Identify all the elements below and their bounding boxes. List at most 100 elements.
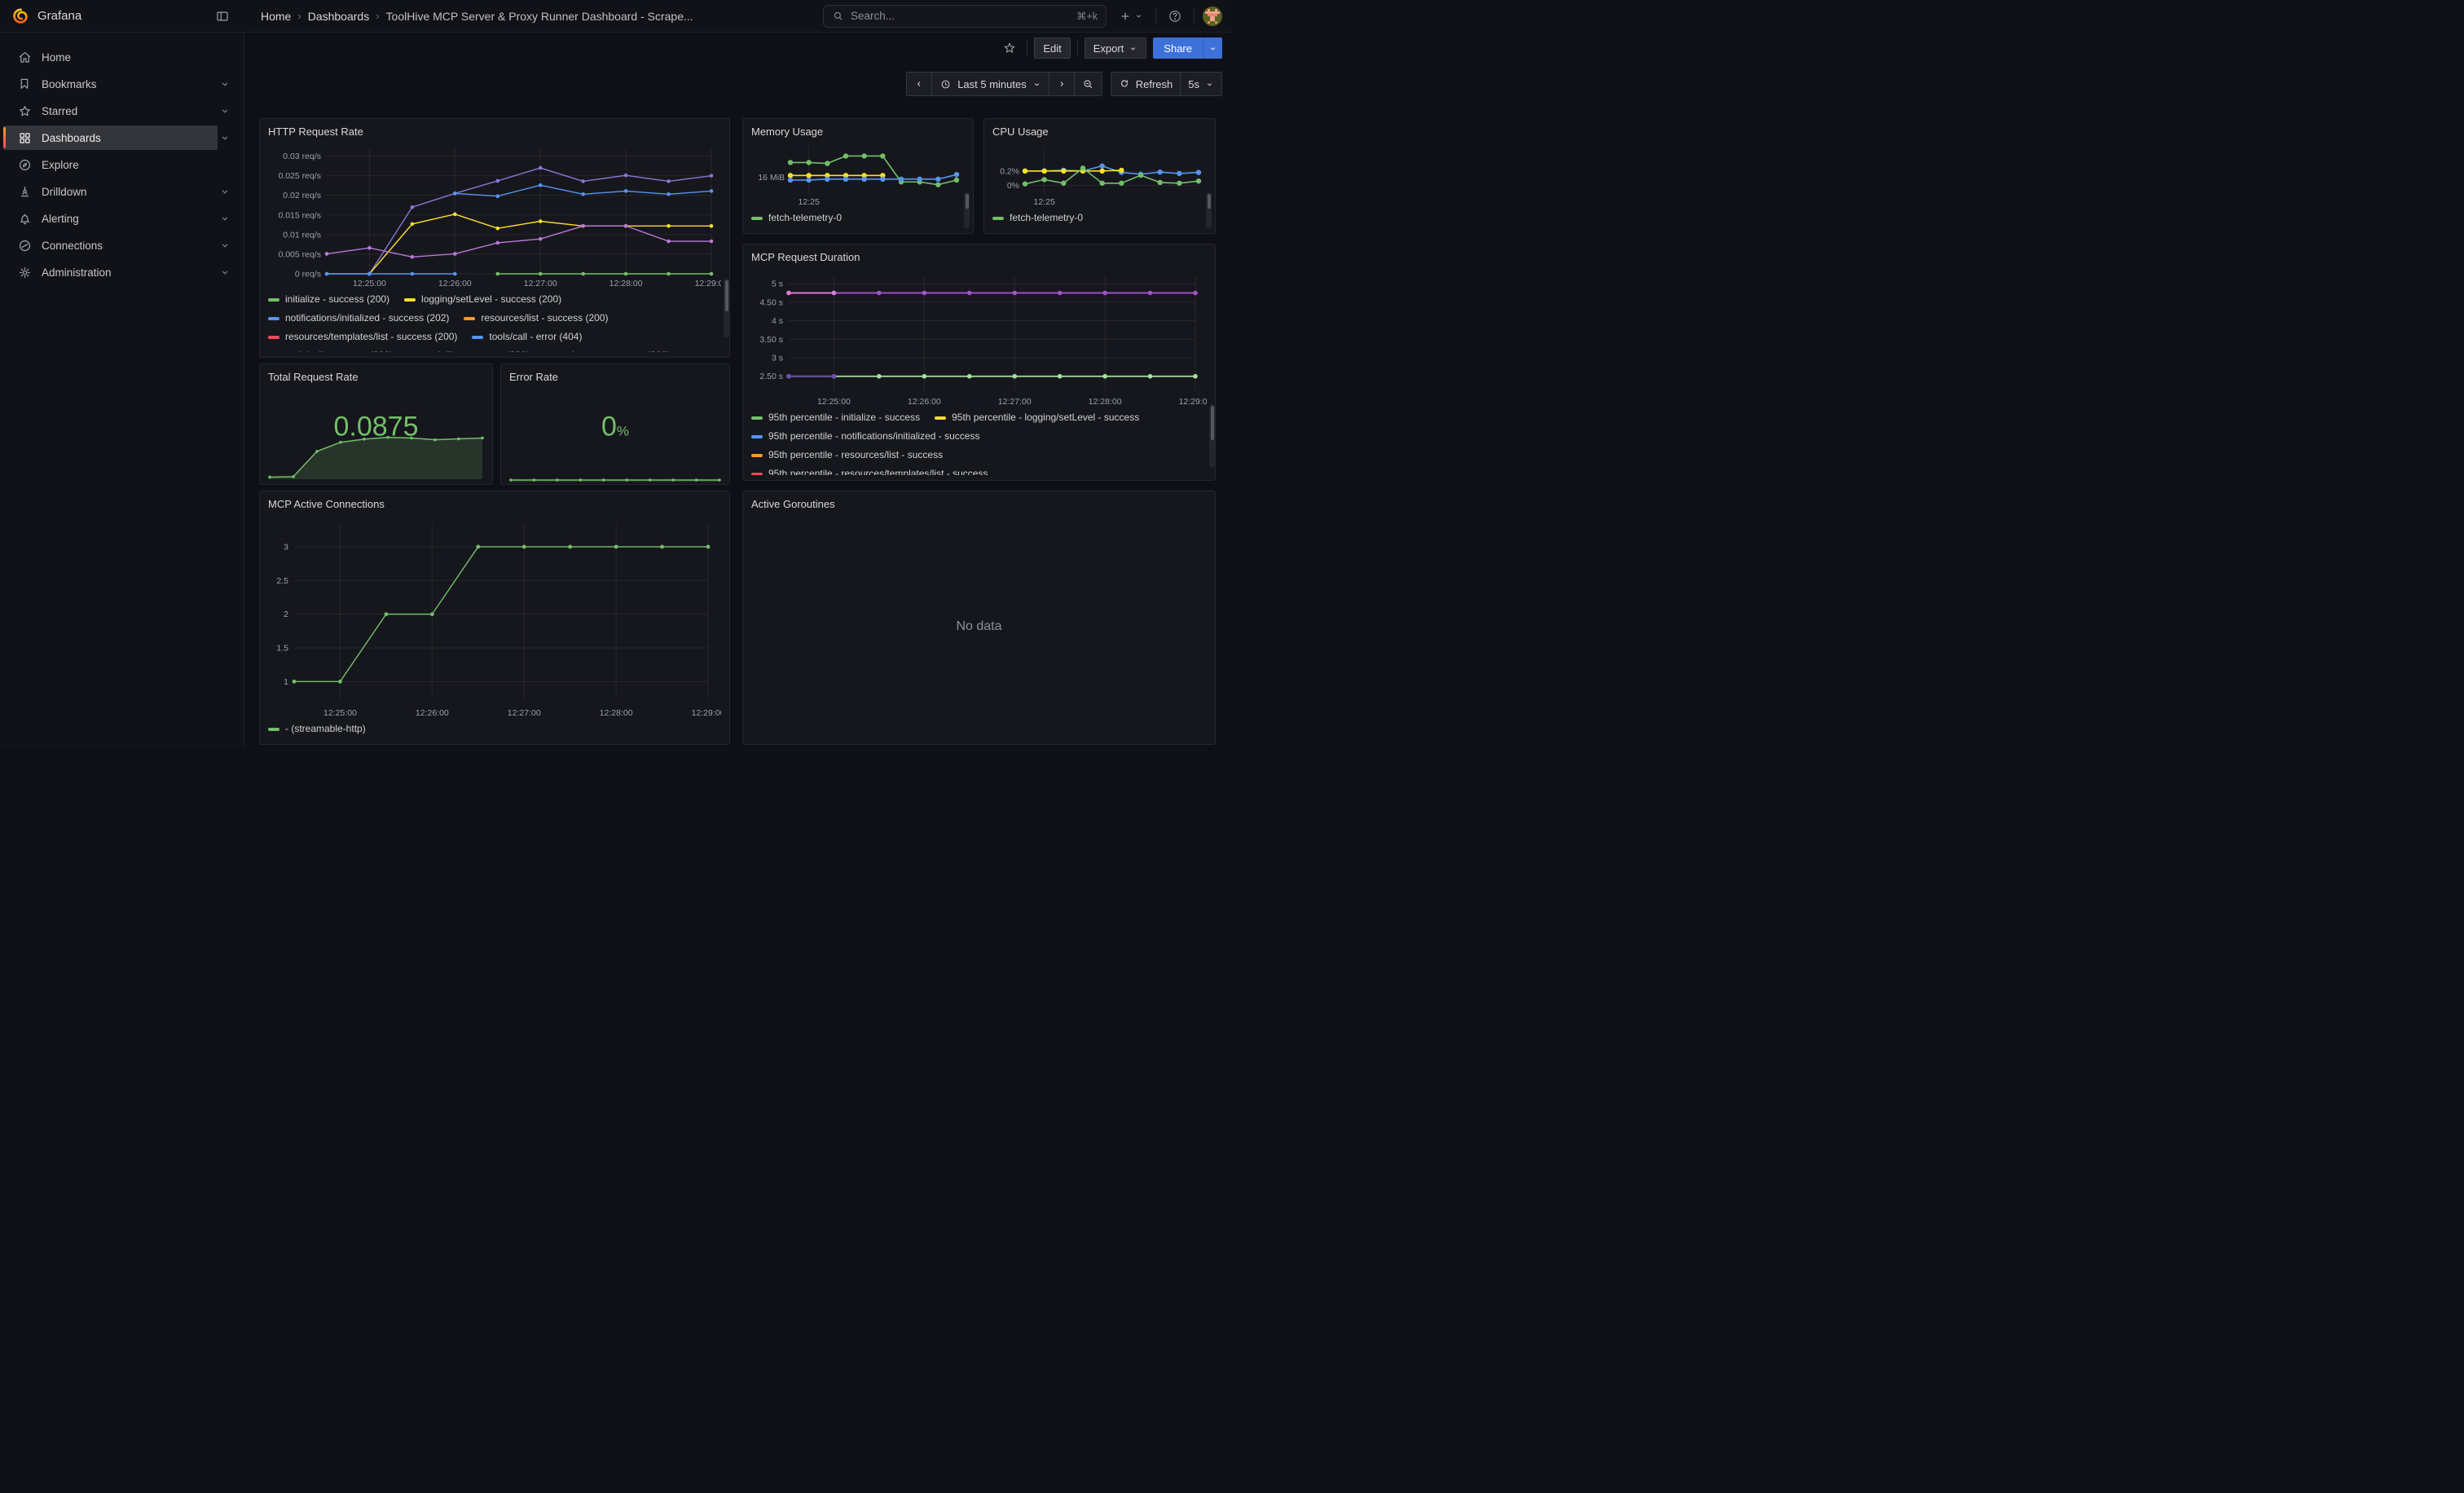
legend-swatch xyxy=(992,217,1004,220)
legend-item[interactable]: unknown - success (200) xyxy=(544,349,670,352)
legend-scrollbar[interactable] xyxy=(724,279,729,337)
breadcrumb-current: ToolHive MCP Server & Proxy Runner Dashb… xyxy=(386,10,693,23)
add-new-button[interactable] xyxy=(1115,6,1147,27)
grafana-logo[interactable] xyxy=(11,7,29,25)
svg-text:4 s: 4 s xyxy=(772,316,783,326)
sidebar-item-home[interactable]: Home xyxy=(0,45,244,69)
breadcrumb-dashboards[interactable]: Dashboards xyxy=(308,10,370,23)
chevron-down-icon xyxy=(219,105,231,117)
panel-title[interactable]: Memory Usage xyxy=(751,125,965,139)
total-request-rate-stat[interactable]: 0.0875 xyxy=(268,386,484,479)
panel-memory-usage: Memory Usage 12:2516 MiB fetch-telemetry… xyxy=(742,118,974,234)
time-controls: Last 5 minutes xyxy=(244,64,1232,104)
memory-usage-chart[interactable]: 12:2516 MiB xyxy=(751,141,965,209)
legend-item[interactable]: fetch-telemetry-0 xyxy=(751,211,842,225)
user-avatar[interactable] xyxy=(1203,7,1222,26)
legend-item[interactable]: 95th percentile - logging/setLevel - suc… xyxy=(935,411,1139,425)
time-shift-forward-button[interactable] xyxy=(1049,72,1075,96)
sidebar-item-connections[interactable]: Connections xyxy=(0,233,244,258)
edit-button[interactable]: Edit xyxy=(1034,37,1070,59)
svg-text:1.5: 1.5 xyxy=(276,643,288,653)
brand-title: Grafana xyxy=(37,9,204,23)
share-menu-caret[interactable] xyxy=(1203,37,1222,59)
sidebar-item-dashboards[interactable]: Dashboards xyxy=(0,126,244,150)
legend-scrollbar[interactable] xyxy=(1209,404,1215,468)
sidebar-item-label: Alerting xyxy=(42,213,219,225)
legend-label: tools/list - success (200) xyxy=(425,349,530,352)
legend-swatch xyxy=(464,317,475,320)
breadcrumb-separator: › xyxy=(376,10,379,22)
mcp-active-connections-chart[interactable]: 12:25:0012:26:0012:27:0012:28:0012:29:00… xyxy=(268,513,721,720)
legend-label: initialize - success (200) xyxy=(285,293,389,306)
legend-item[interactable]: tools/list - success (200) xyxy=(407,349,530,352)
mcp-request-duration-chart[interactable]: 12:25:0012:26:0012:27:0012:28:0012:29:00… xyxy=(751,266,1207,408)
sidebar-item-administration[interactable]: Administration xyxy=(0,260,244,284)
zoom-out-button[interactable] xyxy=(1075,72,1102,96)
legend-item[interactable]: 95th percentile - initialize - success xyxy=(751,411,920,425)
sidebar-item-alerting[interactable]: Alerting xyxy=(0,206,244,231)
svg-text:16 MiB: 16 MiB xyxy=(758,173,785,183)
legend-item[interactable]: 95th percentile - resources/list - succe… xyxy=(751,448,943,462)
legend-label: 95th percentile - resources/templates/li… xyxy=(768,467,988,475)
svg-text:12:25: 12:25 xyxy=(1034,197,1055,207)
legend-item[interactable]: 95th percentile - notifications/initiali… xyxy=(751,429,979,443)
legend-item[interactable]: - (streamable-http) xyxy=(268,722,366,736)
panel-cpu-usage: CPU Usage 12:250.2%0% fetch-telemetry-0 xyxy=(983,118,1216,234)
no-data-message: No data xyxy=(751,513,1207,739)
panel-title[interactable]: CPU Usage xyxy=(992,125,1207,139)
legend-label: 95th percentile - notifications/initiali… xyxy=(768,429,979,443)
svg-text:3 s: 3 s xyxy=(772,354,783,363)
svg-text:3.50 s: 3.50 s xyxy=(759,335,783,345)
sidebar-item-drilldown[interactable]: Drilldown xyxy=(0,179,244,204)
favorite-star-button[interactable] xyxy=(999,37,1020,59)
time-shift-back-button[interactable] xyxy=(906,72,932,96)
help-button[interactable] xyxy=(1164,6,1186,27)
panel-mcp-request-duration: MCP Request Duration 12:25:0012:26:0012:… xyxy=(742,244,1216,481)
export-button[interactable]: Export xyxy=(1085,37,1147,59)
breadcrumb: Home › Dashboards › ToolHive MCP Server … xyxy=(261,10,693,23)
sidebar-item-explore[interactable]: Explore xyxy=(0,152,244,177)
legend-item[interactable]: logging/setLevel - success (200) xyxy=(404,293,561,306)
panel-title[interactable]: Active Goroutines xyxy=(751,497,1207,512)
legend-label: fetch-telemetry-0 xyxy=(1010,211,1083,225)
panel-title[interactable]: Error Rate xyxy=(509,370,721,385)
legend-item[interactable]: tools/call - success (200) xyxy=(268,349,393,352)
legend-item[interactable]: initialize - success (200) xyxy=(268,293,389,306)
svg-text:12:29:00: 12:29:00 xyxy=(1179,397,1207,407)
panel-title[interactable]: HTTP Request Rate xyxy=(268,125,721,139)
legend-item[interactable]: fetch-telemetry-0 xyxy=(992,211,1083,225)
legend-scrollbar[interactable] xyxy=(964,192,970,228)
refresh-interval-picker[interactable]: 5s xyxy=(1181,72,1222,96)
panel-title[interactable]: Total Request Rate xyxy=(268,370,484,385)
legend-item[interactable]: tools/call - error (404) xyxy=(472,330,582,344)
compass-icon xyxy=(16,156,33,173)
search-input[interactable]: Search... ⌘+k xyxy=(823,5,1107,28)
panel-mcp-active-connections: MCP Active Connections 12:25:0012:26:001… xyxy=(259,491,730,745)
refresh-button[interactable]: Refresh xyxy=(1111,72,1181,96)
svg-text:12:25:00: 12:25:00 xyxy=(817,397,851,407)
legend-item[interactable]: resources/templates/list - success (200) xyxy=(268,330,457,344)
legend-item[interactable]: 95th percentile - resources/templates/li… xyxy=(751,467,988,475)
panel-total-request-rate: Total Request Rate 0.0875 xyxy=(259,363,493,485)
legend-item[interactable]: notifications/initialized - success (202… xyxy=(268,311,449,325)
error-rate-stat[interactable]: 0% xyxy=(509,386,721,479)
legend-label: tools/call - success (200) xyxy=(285,349,393,352)
panel-title[interactable]: MCP Request Duration xyxy=(751,250,1207,265)
legend-scrollbar[interactable] xyxy=(1206,192,1212,228)
sidebar-item-starred[interactable]: Starred xyxy=(0,99,244,123)
svg-text:12:26:00: 12:26:00 xyxy=(416,708,449,718)
share-button[interactable]: Share xyxy=(1153,37,1203,59)
sidebar-toggle-icon[interactable] xyxy=(212,6,233,27)
stat-value: 0.0875 xyxy=(268,412,484,443)
panel-title[interactable]: MCP Active Connections xyxy=(268,497,721,512)
sidebar-item-bookmarks[interactable]: Bookmarks xyxy=(0,72,244,96)
legend-item[interactable]: resources/list - success (200) xyxy=(464,311,608,325)
cpu-usage-chart[interactable]: 12:250.2%0% xyxy=(992,141,1207,209)
svg-text:0.005 req/s: 0.005 req/s xyxy=(278,249,321,259)
breadcrumb-home[interactable]: Home xyxy=(261,10,291,23)
legend: - (streamable-http) xyxy=(268,720,721,739)
http-request-rate-chart[interactable]: 12:25:0012:26:0012:27:0012:28:0012:29:00… xyxy=(268,141,721,290)
breadcrumb-separator: › xyxy=(297,10,301,22)
svg-text:0 req/s: 0 req/s xyxy=(295,270,321,280)
time-range-picker[interactable]: Last 5 minutes xyxy=(932,72,1049,96)
